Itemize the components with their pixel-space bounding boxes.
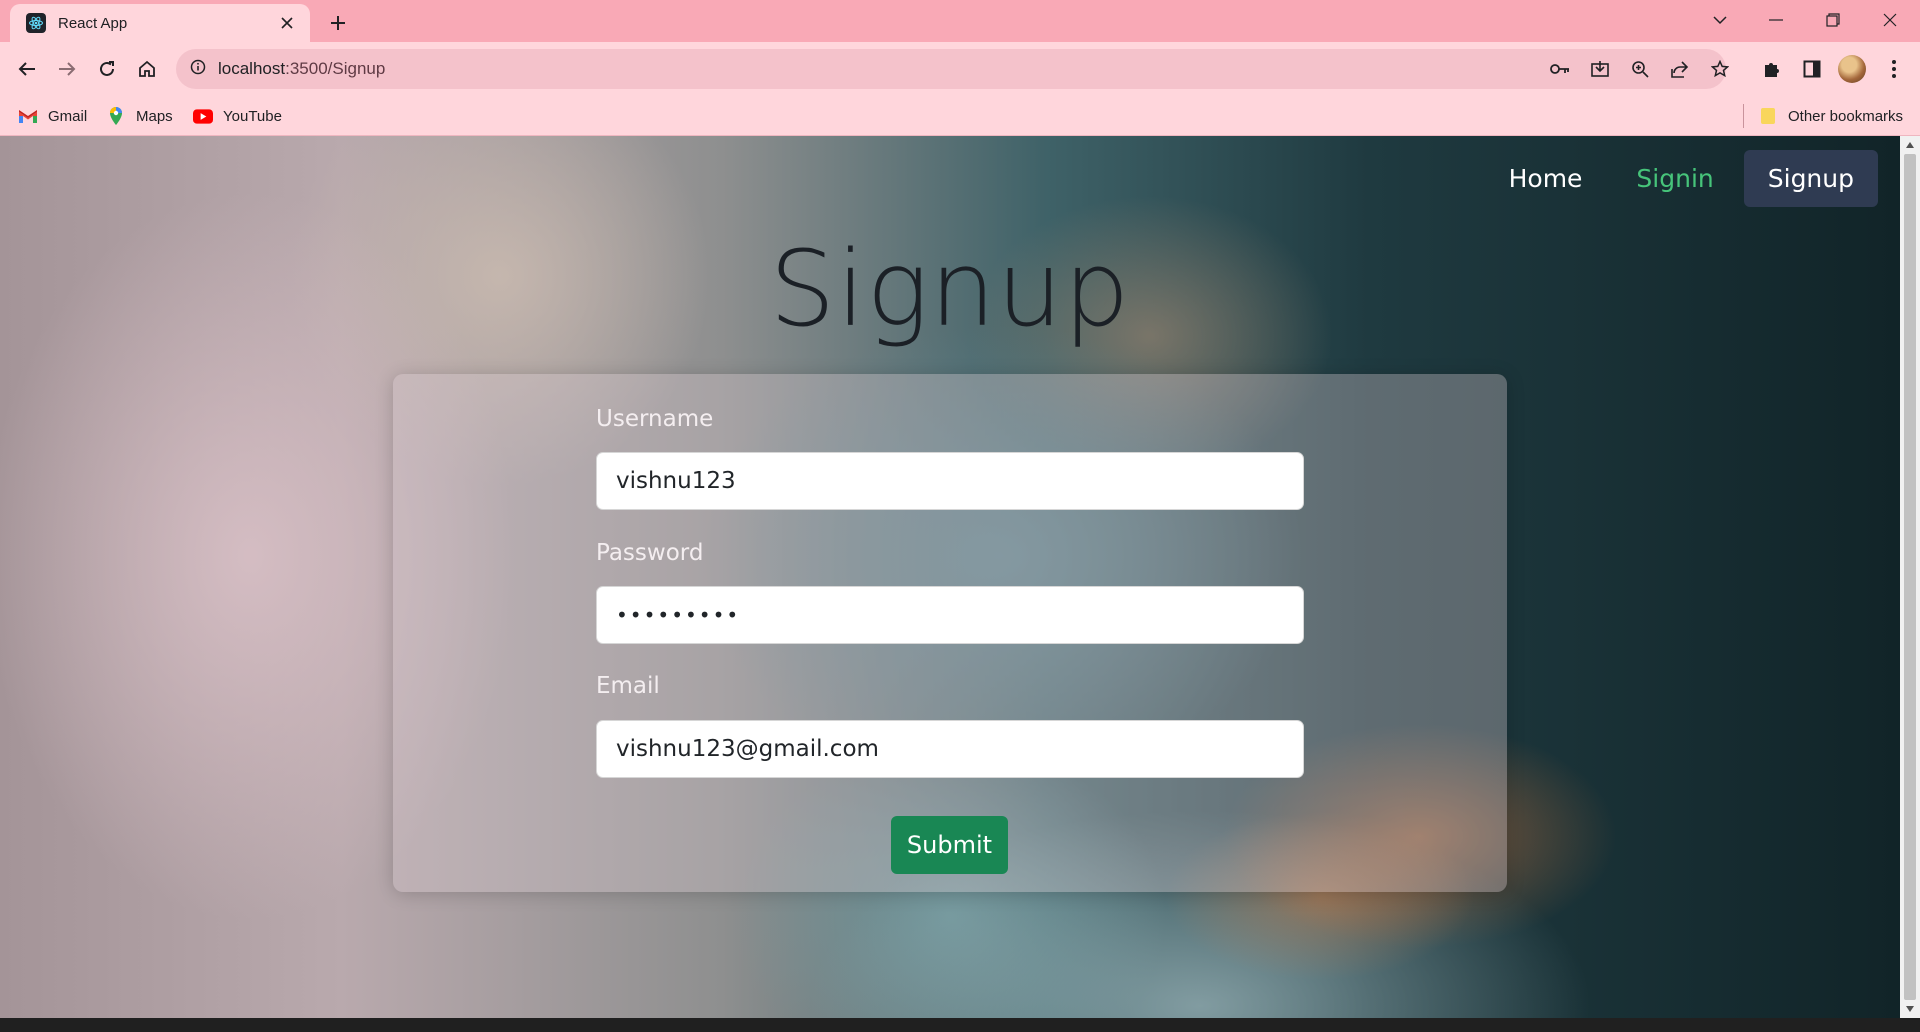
bookmark-label: Gmail bbox=[48, 107, 88, 125]
username-label: Username bbox=[596, 406, 714, 432]
reload-icon[interactable] bbox=[91, 53, 123, 85]
os-taskbar bbox=[0, 1018, 1920, 1032]
tab-search-icon[interactable] bbox=[1692, 0, 1748, 40]
home-icon[interactable] bbox=[131, 53, 163, 85]
submit-button[interactable]: Submit bbox=[891, 816, 1008, 874]
site-info-icon[interactable] bbox=[190, 59, 206, 80]
url-text: localhost:3500/Signup bbox=[218, 59, 385, 79]
install-app-icon[interactable] bbox=[1588, 57, 1612, 81]
username-input[interactable]: vishnu123 bbox=[596, 452, 1304, 510]
bookmarks-divider bbox=[1743, 104, 1744, 128]
site-navbar: Home Signin Signup bbox=[1485, 150, 1878, 207]
side-panel-icon[interactable] bbox=[1796, 53, 1828, 85]
nav-signup-link[interactable]: Signup bbox=[1743, 150, 1878, 207]
bookmark-youtube[interactable]: YouTube bbox=[193, 104, 282, 128]
more-menu-icon[interactable] bbox=[1878, 53, 1910, 85]
key-icon[interactable] bbox=[1548, 57, 1572, 81]
window-close-icon[interactable] bbox=[1862, 0, 1918, 40]
bookmark-label: YouTube bbox=[223, 107, 282, 125]
bookmarks-bar: Gmail Maps YouTube Other bookmarks bbox=[0, 96, 1920, 136]
maps-pin-icon bbox=[106, 107, 126, 125]
extensions-puzzle-icon[interactable] bbox=[1756, 53, 1788, 85]
other-bookmarks[interactable]: Other bookmarks bbox=[1758, 104, 1903, 128]
minimize-icon[interactable] bbox=[1748, 0, 1804, 40]
other-bookmarks-label: Other bookmarks bbox=[1788, 107, 1904, 125]
bookmark-label: Maps bbox=[136, 107, 173, 125]
back-arrow-icon[interactable] bbox=[11, 53, 43, 85]
email-input[interactable]: vishnu123@gmail.com bbox=[596, 720, 1304, 778]
nav-signin-link[interactable]: Signin bbox=[1612, 150, 1737, 207]
password-label: Password bbox=[596, 540, 704, 566]
youtube-icon bbox=[193, 107, 213, 125]
bookmark-star-icon[interactable] bbox=[1708, 57, 1732, 81]
browser-toolbar: localhost:3500/Signup bbox=[0, 42, 1920, 96]
zoom-icon[interactable] bbox=[1628, 57, 1652, 81]
new-tab-button[interactable] bbox=[324, 9, 352, 37]
url-path: :3500/Signup bbox=[285, 59, 386, 78]
password-input[interactable]: ••••••••• bbox=[596, 586, 1304, 644]
email-label: Email bbox=[596, 673, 660, 699]
forward-arrow-icon[interactable] bbox=[51, 53, 83, 85]
share-icon[interactable] bbox=[1668, 57, 1692, 81]
address-bar[interactable]: localhost:3500/Signup bbox=[176, 49, 1729, 89]
profile-avatar[interactable] bbox=[1838, 55, 1866, 83]
nav-home-link[interactable]: Home bbox=[1485, 150, 1607, 207]
folder-icon bbox=[1758, 107, 1778, 125]
bookmark-maps[interactable]: Maps bbox=[106, 104, 173, 128]
browser-tab[interactable]: React App bbox=[10, 4, 310, 42]
bookmark-gmail[interactable]: Gmail bbox=[18, 104, 87, 128]
restore-icon[interactable] bbox=[1805, 0, 1861, 40]
scroll-down-icon[interactable] bbox=[1904, 1003, 1916, 1015]
url-host: localhost bbox=[218, 59, 286, 78]
gmail-icon bbox=[18, 107, 38, 125]
tab-title: React App bbox=[58, 14, 128, 32]
react-logo-icon bbox=[26, 13, 46, 33]
scroll-thumb[interactable] bbox=[1904, 154, 1916, 1000]
page-title: Signup bbox=[769, 228, 1131, 350]
scroll-up-icon[interactable] bbox=[1904, 139, 1916, 151]
page-scrollbar[interactable] bbox=[1900, 136, 1920, 1018]
page-viewport: Home Signin Signup Signup Username vishn… bbox=[0, 136, 1900, 1018]
tab-strip: React App bbox=[0, 0, 1920, 42]
close-icon[interactable] bbox=[276, 12, 298, 34]
